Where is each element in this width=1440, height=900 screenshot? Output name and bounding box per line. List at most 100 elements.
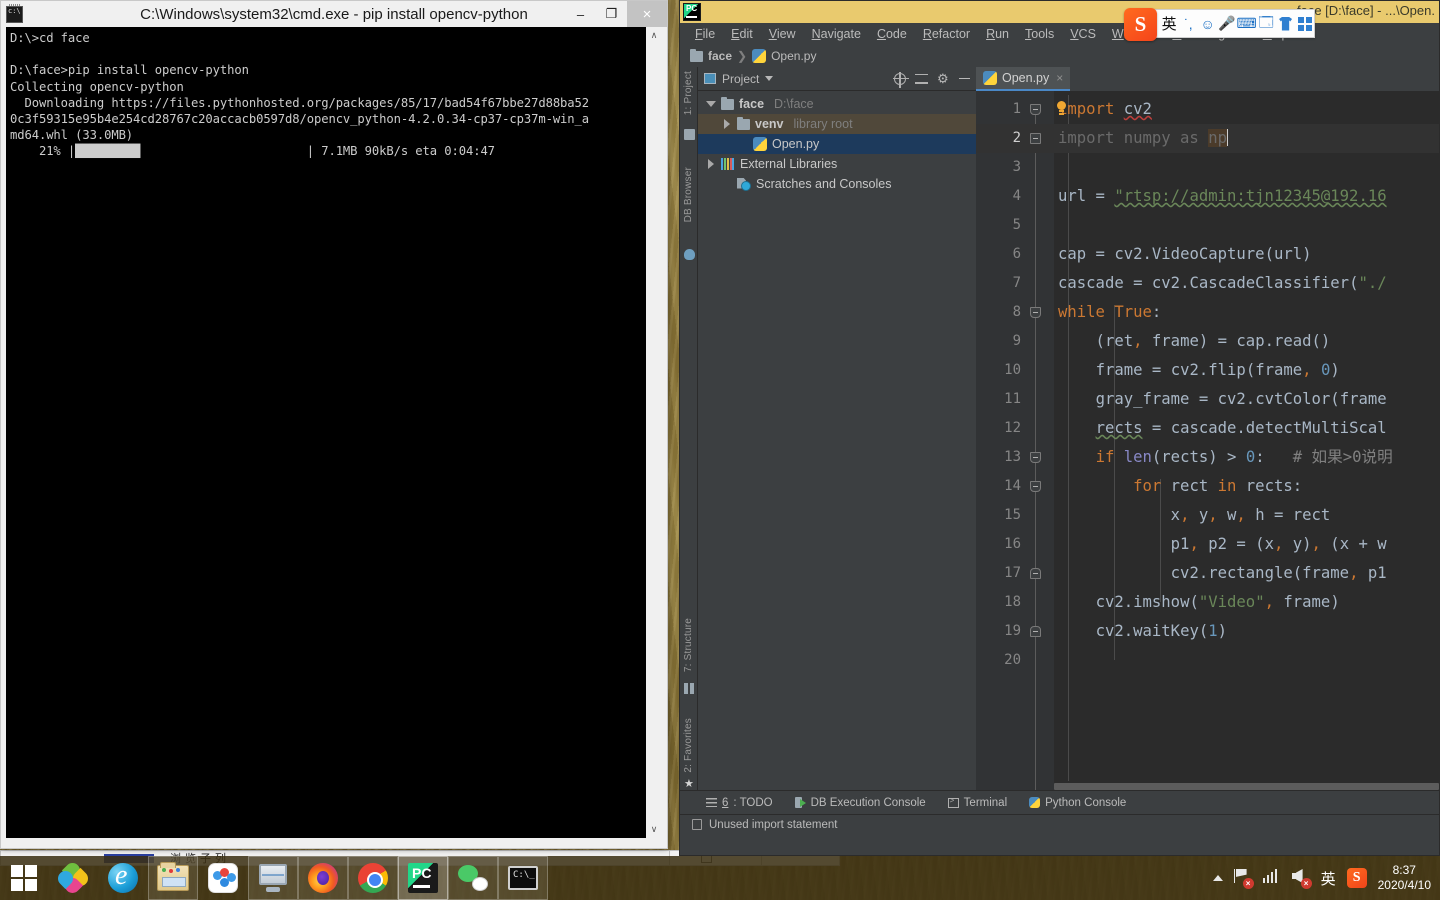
menu-item-view[interactable]: View <box>762 25 803 43</box>
fold-marker[interactable] <box>1030 481 1041 492</box>
editor-horizontal-scrollbar[interactable] <box>1054 781 1439 790</box>
fold-marker[interactable] <box>1030 104 1041 115</box>
gutter-line-7[interactable]: 7 <box>976 269 1054 298</box>
sogou-ime-toolbar[interactable]: S 英 ˙, ☺ 🎤 ⌨ 🗔 <box>1133 9 1315 38</box>
cmd-window[interactable]: C:\Windows\system32\cmd.exe - pip instal… <box>0 0 668 849</box>
sogou-logo-icon[interactable]: S <box>1124 8 1157 41</box>
code-line-19[interactable]: cv2.waitKey(1) <box>1054 617 1439 646</box>
gutter-line-11[interactable]: 11 <box>976 385 1054 414</box>
sogou-comma-icon[interactable]: ˙, <box>1179 12 1197 36</box>
taskbar-item-file-explorer[interactable] <box>148 856 198 900</box>
tool-window-todo[interactable]: 6: TODO <box>706 797 773 809</box>
scrollbar-thumb[interactable] <box>1054 783 1439 790</box>
signal-icon[interactable] <box>1263 869 1281 887</box>
gutter-line-20[interactable]: 20 <box>976 646 1054 675</box>
code-content[interactable]: import cv2import numpy as np url = "rtsp:… <box>1054 91 1439 790</box>
breadcrumb-project[interactable]: face <box>708 49 732 63</box>
fold-marker[interactable] <box>1030 568 1041 579</box>
tool-window-python-console[interactable]: Python Console <box>1029 797 1126 809</box>
code-line-2[interactable]: import numpy as np <box>1054 124 1439 153</box>
gutter-line-4[interactable]: 4 <box>976 182 1054 211</box>
code-line-11[interactable]: gray_frame = cv2.cvtColor(frame <box>1054 385 1439 414</box>
gutter-line-3[interactable]: 3 <box>976 153 1054 182</box>
menu-item-code[interactable]: Code <box>870 25 914 43</box>
emoji-icon[interactable]: ☺ <box>1199 12 1217 36</box>
code-line-15[interactable]: x, y, w, h = rect <box>1054 501 1439 530</box>
taskbar-item-command-prompt[interactable] <box>498 856 548 900</box>
scroll-down-icon[interactable]: ∨ <box>646 821 662 838</box>
cmd-titlebar[interactable]: C:\Windows\system32\cmd.exe - pip instal… <box>1 1 667 27</box>
gear-icon[interactable]: ⚙ <box>937 72 950 85</box>
gutter-line-1[interactable]: 1 <box>976 95 1054 124</box>
fold-marker[interactable] <box>1030 307 1041 318</box>
menu-item-tools[interactable]: Tools <box>1018 25 1061 43</box>
ime-language-indicator[interactable]: 英 <box>1321 868 1336 889</box>
menu-item-run[interactable]: Run <box>979 25 1016 43</box>
editor-area[interactable]: 1234567891011121314151617181920 import c… <box>976 91 1439 790</box>
tree-item-venv[interactable]: venvlibrary root <box>698 114 976 134</box>
cmd-scrollbar[interactable]: ∧ ∨ <box>645 27 662 838</box>
code-line-4[interactable]: url = "rtsp://admin:tjn12345@192.16 <box>1054 182 1439 211</box>
sidebar-item-structure[interactable]: 7: Structure <box>683 618 694 672</box>
tree-item-external-libraries[interactable]: External Libraries <box>698 154 976 174</box>
taskbar-item-monitor-app[interactable] <box>248 856 298 900</box>
tree-item-scratches-and-consoles[interactable]: Scratches and Consoles <box>698 174 976 194</box>
code-line-16[interactable]: p1, p2 = (x, y), (x + w <box>1054 530 1439 559</box>
target-icon[interactable] <box>894 73 906 85</box>
sidebar-item-db-browser[interactable]: DB Browser <box>683 167 694 222</box>
gutter-line-14[interactable]: 14 <box>976 472 1054 501</box>
chevron-down-icon[interactable] <box>706 101 716 107</box>
toolbox-icon[interactable] <box>1296 12 1314 36</box>
tree-item-face[interactable]: faceD:\face <box>698 94 976 114</box>
code-line-9[interactable]: (ret, frame) = cap.read() <box>1054 327 1439 356</box>
tree-item-open-py[interactable]: Open.py <box>698 134 976 154</box>
menu-item-file[interactable]: File <box>688 25 722 43</box>
chevron-right-icon[interactable] <box>722 119 732 129</box>
code-line-10[interactable]: frame = cv2.flip(frame, 0) <box>1054 356 1439 385</box>
cmd-console-body[interactable]: D:\>cd face D:\face>pip install opencv-p… <box>6 27 662 838</box>
pycharm-window[interactable]: PC face [D:\face] - ...\Open. S 英 ˙, ☺ 🎤… <box>679 0 1440 856</box>
gutter-line-10[interactable]: 10 <box>976 356 1054 385</box>
code-line-18[interactable]: cv2.imshow("Video", frame) <box>1054 588 1439 617</box>
maximize-button[interactable]: ❐ <box>596 1 627 27</box>
keyboard-icon[interactable]: ⌨ <box>1237 12 1256 36</box>
collapse-all-icon[interactable] <box>915 73 928 85</box>
tab-open-py[interactable]: Open.py × <box>976 67 1070 91</box>
code-line-12[interactable]: rects = cascade.detectMultiScal <box>1054 414 1439 443</box>
code-line-3[interactable] <box>1054 153 1439 182</box>
fold-marker[interactable] <box>1030 626 1041 637</box>
code-line-7[interactable]: cascade = cv2.CascadeClassifier("./ <box>1054 269 1439 298</box>
code-line-17[interactable]: cv2.rectangle(frame, p1 <box>1054 559 1439 588</box>
code-line-5[interactable] <box>1054 211 1439 240</box>
gutter-line-8[interactable]: 8 <box>976 298 1054 327</box>
breadcrumb-file[interactable]: Open.py <box>771 49 816 63</box>
taskbar-item-firefox[interactable] <box>298 856 348 900</box>
gutter-line-6[interactable]: 6 <box>976 240 1054 269</box>
editor-gutter[interactable]: 1234567891011121314151617181920 <box>976 91 1054 790</box>
hide-icon[interactable] <box>959 78 970 80</box>
minimize-button[interactable]: – <box>565 1 596 27</box>
menu-item-refactor[interactable]: Refactor <box>916 25 977 43</box>
scroll-up-icon[interactable]: ∧ <box>646 27 662 44</box>
taskbar-item-wechat[interactable] <box>448 856 498 900</box>
tool-window-db-execution-console[interactable]: DB Execution Console <box>795 797 926 809</box>
chevron-down-icon[interactable] <box>765 76 773 81</box>
clock[interactable]: 8:37 2020/4/10 <box>1378 863 1431 893</box>
gutter-line-13[interactable]: 13 <box>976 443 1054 472</box>
gutter-line-18[interactable]: 18 <box>976 588 1054 617</box>
network-icon[interactable]: × <box>1234 869 1252 887</box>
microphone-icon[interactable]: 🎤 <box>1218 12 1236 36</box>
menu-item-edit[interactable]: Edit <box>724 25 760 43</box>
close-icon[interactable]: × <box>1056 71 1063 85</box>
start-button[interactable] <box>0 856 48 900</box>
code-line-13[interactable]: if len(rects) > 0: # 如果>0说明 <box>1054 443 1439 472</box>
chevron-right-icon[interactable] <box>706 159 716 169</box>
gutter-line-15[interactable]: 15 <box>976 501 1054 530</box>
volume-icon[interactable]: × <box>1292 869 1310 887</box>
code-line-8[interactable]: while True: <box>1054 298 1439 327</box>
gutter-line-9[interactable]: 9 <box>976 327 1054 356</box>
intention-bulb-icon[interactable] <box>1055 101 1068 117</box>
code-line-6[interactable]: cap = cv2.VideoCapture(url) <box>1054 240 1439 269</box>
menu-item-vcs[interactable]: VCS <box>1063 25 1103 43</box>
code-line-1[interactable]: import cv2 <box>1054 95 1439 124</box>
